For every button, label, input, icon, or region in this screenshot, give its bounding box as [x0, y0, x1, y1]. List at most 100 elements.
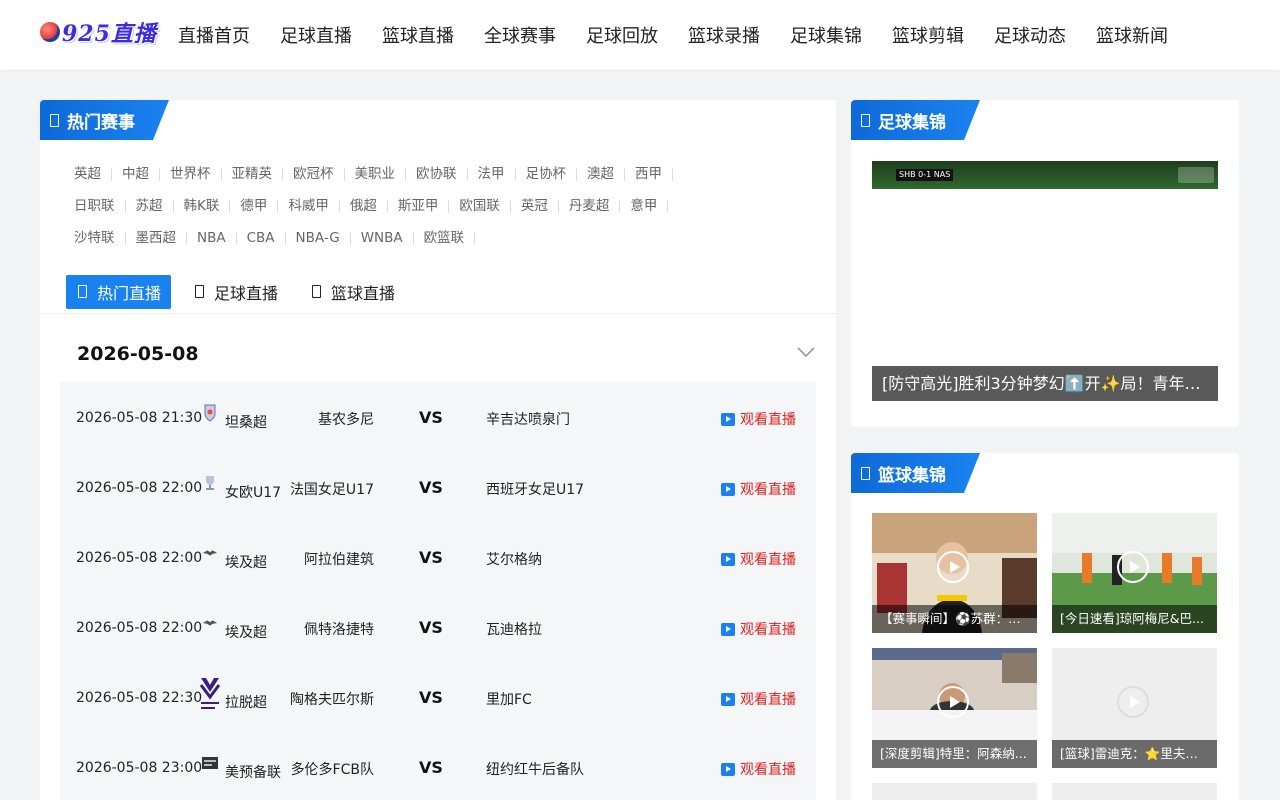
vs-label: VS: [419, 408, 443, 427]
basketball-highlights-heading: 篮球集锦: [851, 453, 980, 493]
league-name: 埃及超: [225, 625, 267, 641]
tab-football-live[interactable]: 足球直播: [183, 275, 288, 309]
watch-live-link[interactable]: 观看直播: [721, 549, 796, 569]
nav-item-football-highlights[interactable]: 足球集锦: [790, 22, 862, 48]
league-link[interactable]: 澳超: [577, 167, 625, 181]
league-link[interactable]: 韩K联: [174, 199, 231, 213]
tab-basketball-live[interactable]: 篮球直播: [300, 275, 405, 309]
league-name: 拉脱超: [225, 695, 267, 711]
match-row: 2026-05-08 23:00 美预备联 多伦多FCB队 VS 纽约红牛后备队…: [60, 732, 816, 800]
away-team: 西班牙女足U17: [486, 482, 585, 498]
nav-item-football-live[interactable]: 足球直播: [280, 22, 352, 48]
nav-item-basketball-live[interactable]: 篮球直播: [382, 22, 454, 48]
nav-item-basketball-news[interactable]: 篮球新闻: [1096, 22, 1168, 48]
play-icon: [937, 551, 969, 583]
league-link[interactable]: 欧冠杯: [283, 167, 345, 181]
league-link[interactable]: 意甲: [620, 199, 669, 213]
video-thumbnail[interactable]: [今日速看]琼阿梅尼&巴...: [1052, 513, 1217, 633]
play-icon: [1117, 686, 1149, 718]
league-link[interactable]: 欧国联: [449, 199, 511, 213]
watch-live-link[interactable]: 观看直播: [721, 409, 796, 429]
vs-label: VS: [419, 758, 443, 777]
match-time: 2026-05-08 22:30: [76, 690, 203, 706]
league-link[interactable]: NBA: [187, 231, 237, 245]
featured-video[interactable]: SHB 0-1 NAS [防守高光]胜利3分钟梦幻⬆️开✨局！青年人的天下: [872, 161, 1218, 401]
video-thumbnail[interactable]: [872, 783, 1037, 800]
video-caption: [防守高光]胜利3分钟梦幻⬆️开✨局！青年人的天下: [872, 366, 1218, 401]
divider: [40, 313, 836, 314]
video-thumbnail[interactable]: [1052, 783, 1217, 800]
watch-live-link[interactable]: 观看直播: [721, 689, 796, 709]
nav-item-home[interactable]: 直播首页: [178, 22, 250, 48]
league-link[interactable]: NBA-G: [286, 231, 351, 245]
video-thumbnail[interactable]: [篮球]雷迪克：⭐里夫斯...: [1052, 648, 1217, 768]
league-link[interactable]: 英冠: [511, 199, 559, 213]
chevron-down-icon[interactable]: [796, 342, 816, 362]
away-team: 纽约红牛后备队: [486, 762, 584, 778]
league-link[interactable]: 墨西超: [126, 231, 187, 245]
away-team: 艾尔格纳: [486, 552, 542, 568]
league-badge-icon: [202, 757, 218, 769]
league-row: 英超 中超 世界杯 亚精英 欧冠杯 美职业 欧协联 法甲 足协杯 澳超 西甲: [64, 158, 804, 190]
league-link[interactable]: 中超: [112, 167, 160, 181]
match-row: 2026-05-08 22:30 拉脱超 陶格夫匹尔斯 VS 里加FC 观看直播: [60, 662, 816, 732]
away-team: 辛吉达喷泉门: [486, 412, 570, 428]
match-row: 2026-05-08 22:00 埃及超 阿拉伯建筑 VS 艾尔格纳 观看直播: [60, 522, 816, 592]
match-time: 2026-05-08 21:30: [76, 410, 203, 426]
nav-item-football-replay[interactable]: 足球回放: [586, 22, 658, 48]
league-link[interactable]: 足协杯: [516, 167, 577, 181]
league-name: 坦桑超: [225, 415, 267, 431]
play-icon: [1117, 551, 1149, 583]
match-time: 2026-05-08 22:00: [76, 550, 203, 566]
league-link[interactable]: 英超: [64, 167, 112, 181]
league-badge-icon: [202, 620, 218, 626]
nav-item-basketball-clips[interactable]: 篮球剪辑: [892, 22, 964, 48]
play-icon: [721, 622, 735, 636]
broadcaster-logo: [1178, 167, 1214, 183]
football-highlights-heading: 足球集锦: [851, 100, 980, 140]
video-thumbnail: SHB 0-1 NAS: [872, 161, 1218, 189]
tab-label: 热门直播: [97, 283, 162, 303]
league-link[interactable]: CBA: [237, 231, 286, 245]
league-link[interactable]: 俄超: [340, 199, 388, 213]
watch-live-link[interactable]: 观看直播: [721, 759, 796, 779]
league-badge-icon: [202, 550, 218, 556]
document-icon: [861, 114, 870, 127]
league-link[interactable]: 法甲: [468, 167, 516, 181]
league-link[interactable]: WNBA: [351, 231, 414, 245]
league-link[interactable]: 欧协联: [406, 167, 468, 181]
league-link[interactable]: 科威甲: [278, 199, 340, 213]
league-name: 美预备联: [225, 765, 281, 781]
home-team: 佩特洛捷特: [304, 622, 374, 638]
league-link[interactable]: 德甲: [230, 199, 279, 213]
nav-item-basketball-recording[interactable]: 篮球录播: [688, 22, 760, 48]
league-link[interactable]: 斯亚甲: [388, 199, 450, 213]
league-link[interactable]: 日职联: [64, 199, 126, 213]
vs-label: VS: [419, 478, 443, 497]
site-logo[interactable]: 925直播: [40, 16, 157, 48]
league-link[interactable]: 美职业: [345, 167, 406, 181]
league-link[interactable]: 欧篮联: [414, 231, 476, 245]
watch-label: 观看直播: [740, 692, 796, 708]
league-link[interactable]: 丹麦超: [559, 199, 621, 213]
nav-item-global-events[interactable]: 全球赛事: [484, 22, 556, 48]
league-link[interactable]: 世界杯: [160, 167, 222, 181]
league-link[interactable]: 西甲: [625, 167, 673, 181]
tab-hot-live[interactable]: 热门直播: [66, 274, 172, 309]
video-thumbnail[interactable]: 【赛事瞬间】⚽苏群：湖人...: [872, 513, 1037, 633]
match-row: 2026-05-08 22:00 女欧U17 法国女足U17 VS 西班牙女足U…: [60, 452, 816, 522]
league-row: 日职联 苏超 韩K联 德甲 科威甲 俄超 斯亚甲 欧国联 英冠 丹麦超 意甲: [64, 190, 804, 222]
score-overlay: SHB 0-1 NAS: [896, 169, 954, 181]
league-link[interactable]: 苏超: [126, 199, 174, 213]
watch-live-link[interactable]: 观看直播: [721, 619, 796, 639]
league-link[interactable]: 沙特联: [64, 231, 126, 245]
vs-label: VS: [419, 618, 443, 637]
home-team: 陶格夫匹尔斯: [290, 692, 374, 708]
league-row: 沙特联 墨西超 NBA CBA NBA-G WNBA 欧篮联: [64, 222, 804, 254]
watch-live-link[interactable]: 观看直播: [721, 479, 796, 499]
league-link[interactable]: 亚精英: [222, 167, 283, 181]
video-thumbnail[interactable]: [深度剪辑]特里：阿森纳...: [872, 648, 1037, 768]
document-icon: [861, 467, 870, 480]
watch-label: 观看直播: [740, 762, 796, 778]
nav-item-football-news[interactable]: 足球动态: [994, 22, 1066, 48]
